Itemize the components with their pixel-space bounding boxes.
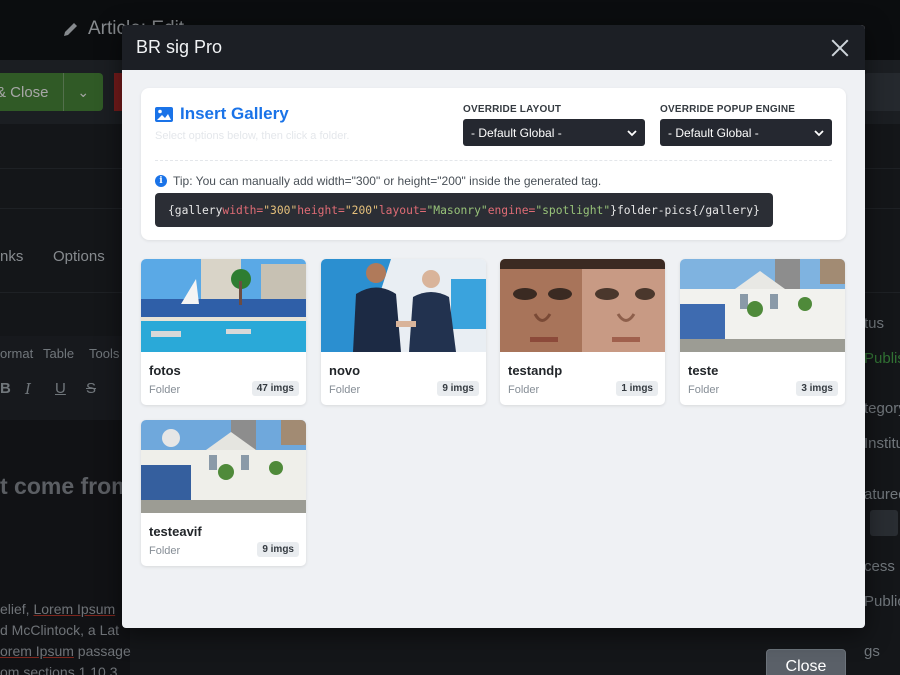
folder-thumbnail (680, 259, 845, 352)
folder-thumbnail (141, 420, 306, 513)
code-folder: folder-pics (616, 203, 692, 217)
folder-name: novo (329, 363, 361, 378)
folder-type: Folder (329, 384, 361, 396)
folder-count-badge: 3 imgs (796, 381, 838, 396)
folder-name: testandp (508, 363, 563, 378)
override-engine-select[interactable]: - Default Global - (660, 119, 832, 146)
close-icon[interactable] (829, 37, 851, 59)
override-layout-value: - Default Global - (471, 125, 562, 140)
code-attr: height= (297, 203, 345, 217)
code-value: "300" (263, 203, 298, 217)
panel-divider (155, 160, 832, 161)
folder-type: Folder (688, 384, 720, 396)
folder-card-fotos[interactable]: fotos Folder 47 imgs (141, 259, 306, 405)
code-open: {gallery (168, 203, 223, 217)
folder-card-teste[interactable]: teste Folder 3 imgs (680, 259, 845, 405)
override-layout-label: OVERRIDE LAYOUT (463, 104, 562, 115)
modal-title: BR sig Pro (136, 37, 223, 57)
override-engine-value: - Default Global - (668, 125, 759, 140)
footer-close-button[interactable]: Close (766, 649, 846, 675)
folder-thumbnail (321, 259, 486, 352)
panel-subtitle: Select options below, then click a folde… (155, 130, 350, 142)
folder-name: testeavif (149, 524, 202, 539)
generated-tag-code[interactable]: {gallery width= "300" height= "200" layo… (155, 193, 773, 227)
modal-header: BR sig Pro (122, 25, 865, 70)
folder-card-testandp[interactable]: testandp Folder 1 imgs (500, 259, 665, 405)
code-value: "200" (344, 203, 379, 217)
panel-title: Insert Gallery (155, 104, 289, 124)
folder-name: fotos (149, 363, 181, 378)
tip: i Tip: You can manually add width="300" … (155, 174, 601, 188)
folder-type: Folder (149, 384, 181, 396)
folder-card-testeavif[interactable]: testeavif Folder 9 imgs (141, 420, 306, 566)
override-layout-select[interactable]: - Default Global - (463, 119, 645, 146)
folder-count-badge: 9 imgs (437, 381, 479, 396)
info-icon: i (155, 175, 167, 187)
chevron-down-icon (627, 129, 637, 136)
code-value: "Masonry" (426, 203, 488, 217)
folder-name: teste (688, 363, 719, 378)
tip-text: Tip: You can manually add width="300" or… (173, 174, 602, 188)
folder-type: Folder (149, 545, 181, 557)
chevron-down-icon (814, 129, 824, 136)
gallery-modal: BR sig Pro Insert Gallery Select options… (122, 25, 865, 628)
folder-type: Folder (508, 384, 540, 396)
folder-count-badge: 47 imgs (251, 381, 299, 396)
code-close-tag: {/gallery} (691, 203, 760, 217)
override-engine-label: OVERRIDE POPUP ENGINE (660, 104, 796, 115)
code-attr: width= (222, 203, 264, 217)
insert-gallery-panel: Insert Gallery Select options below, the… (141, 88, 846, 240)
code-attr: engine= (487, 203, 536, 217)
folder-card-novo[interactable]: novo Folder 9 imgs (321, 259, 486, 405)
panel-title-text: Insert Gallery (180, 104, 289, 123)
code-value: "spotlight" (535, 203, 611, 217)
folder-count-badge: 9 imgs (257, 542, 299, 557)
code-close: } (610, 203, 617, 217)
folder-count-badge: 1 imgs (616, 381, 658, 396)
image-icon (155, 106, 173, 122)
folder-thumbnail (141, 259, 306, 352)
code-attr: layout= (378, 203, 427, 217)
folder-thumbnail (500, 259, 665, 352)
